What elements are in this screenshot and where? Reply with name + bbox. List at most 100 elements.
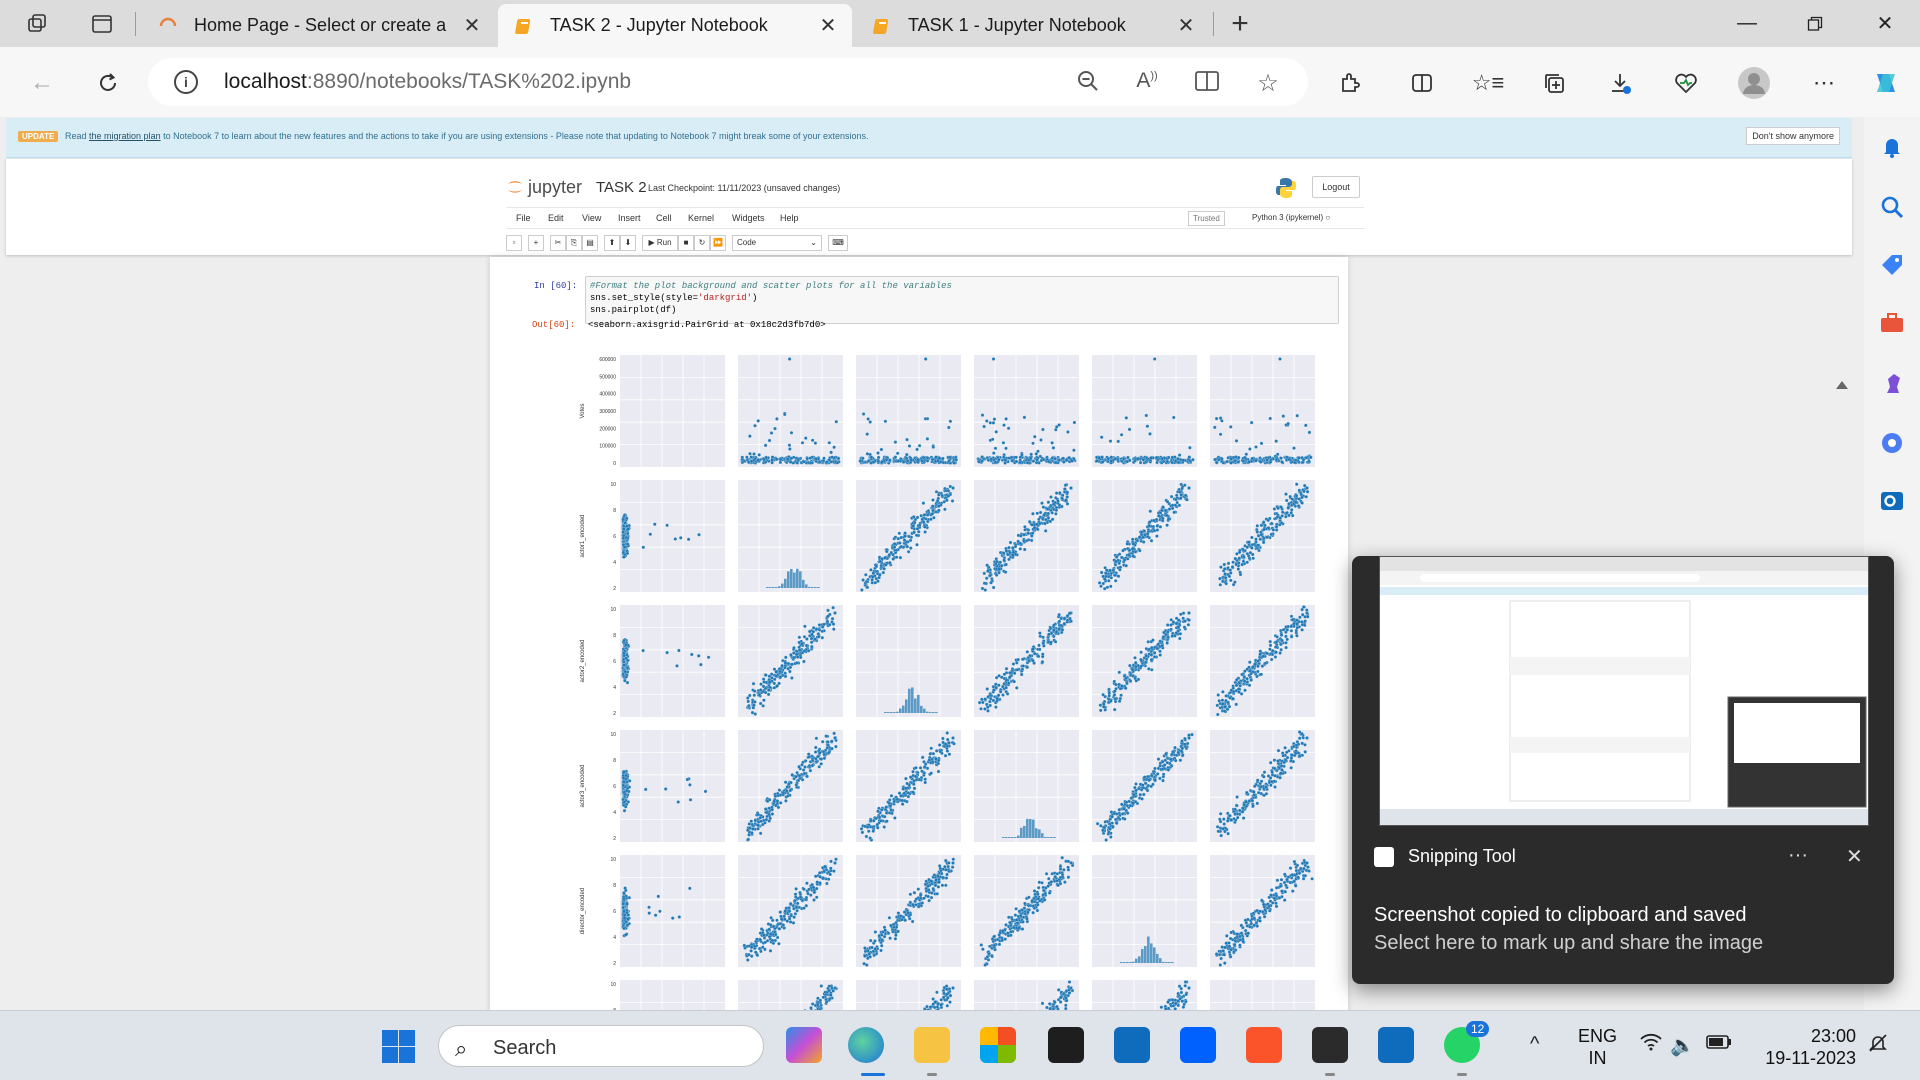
interrupt-button[interactable]: ■ bbox=[678, 235, 694, 251]
insert-cell-button[interactable]: + bbox=[528, 235, 544, 251]
migration-plan-link[interactable]: the migration plan bbox=[89, 131, 161, 141]
menu-help[interactable]: Help bbox=[780, 213, 799, 223]
scatter-point bbox=[770, 455, 775, 459]
scatter-point bbox=[1278, 516, 1282, 520]
scatter-point bbox=[893, 455, 898, 459]
profile-avatar[interactable] bbox=[1736, 65, 1772, 101]
minimize-button[interactable]: — bbox=[1718, 0, 1776, 47]
scatter-point bbox=[1221, 827, 1225, 831]
move-down-button[interactable]: ⬇ bbox=[620, 235, 636, 251]
extensions-icon[interactable] bbox=[1332, 65, 1368, 101]
notebook-title[interactable]: TASK 2 bbox=[596, 179, 647, 196]
scatter-point bbox=[875, 822, 879, 827]
read-aloud-icon[interactable]: A)) bbox=[1133, 69, 1161, 97]
scatter-point bbox=[866, 459, 871, 463]
scatter-point bbox=[906, 791, 911, 795]
tab-home-page[interactable]: Home Page - Select or create a n ✕ bbox=[142, 4, 496, 47]
scatter-point bbox=[1158, 653, 1162, 657]
browser-essentials-icon[interactable] bbox=[1668, 65, 1704, 101]
collections-icon[interactable] bbox=[1536, 65, 1572, 101]
back-icon[interactable]: ← bbox=[24, 65, 60, 101]
favorites-icon[interactable]: ☆≡ bbox=[1470, 65, 1506, 101]
copilot-icon[interactable] bbox=[1868, 65, 1904, 101]
command-palette-button[interactable]: ⌨ bbox=[828, 235, 848, 251]
scatter-point bbox=[864, 834, 869, 839]
scatter-point bbox=[934, 490, 939, 494]
tick-label: 6 bbox=[613, 659, 616, 665]
scatter-point bbox=[1025, 665, 1029, 669]
copy-button[interactable]: ⎘ bbox=[566, 235, 582, 251]
new-tab-button[interactable]: + bbox=[1224, 7, 1256, 40]
scatter-point bbox=[1166, 623, 1170, 627]
scatter-point bbox=[1150, 668, 1154, 672]
scatter-point bbox=[876, 455, 881, 460]
axis-label: actor1_encoded bbox=[580, 514, 586, 557]
tab-task2[interactable]: TASK 2 - Jupyter Notebook ✕ bbox=[498, 4, 852, 47]
menu-cell[interactable]: Cell bbox=[656, 213, 672, 223]
menu-kernel[interactable]: Kernel bbox=[688, 213, 714, 223]
menu-view[interactable]: View bbox=[582, 213, 601, 223]
scatter-point bbox=[625, 923, 630, 927]
scatter-point bbox=[796, 778, 801, 783]
scatter-point bbox=[889, 794, 894, 798]
address-bar[interactable]: i localhost:8890/notebooks/TASK%202.ipyn… bbox=[148, 58, 1308, 106]
scatter-point bbox=[1222, 817, 1226, 821]
scatter-point bbox=[784, 799, 788, 803]
scatter-point bbox=[1298, 615, 1302, 619]
histogram-bar bbox=[1023, 825, 1026, 838]
favorite-star-icon[interactable]: ☆ bbox=[1254, 69, 1282, 97]
cut-button[interactable]: ✂ bbox=[550, 235, 566, 251]
scatter-point bbox=[994, 686, 998, 690]
histogram-bar bbox=[905, 699, 908, 713]
scatter-point bbox=[988, 699, 992, 704]
workspaces-icon[interactable] bbox=[22, 8, 54, 40]
refresh-icon[interactable] bbox=[90, 65, 126, 101]
close-icon[interactable]: ✕ bbox=[816, 13, 840, 38]
close-window-button[interactable]: ✕ bbox=[1856, 0, 1914, 47]
scatter-point bbox=[1213, 457, 1217, 462]
restart-run-all-button[interactable]: ⏩ bbox=[710, 235, 726, 251]
scatter-point bbox=[1293, 460, 1297, 465]
scatter-point bbox=[1066, 430, 1070, 434]
close-icon[interactable]: ✕ bbox=[460, 13, 484, 38]
scatter-point bbox=[1219, 565, 1223, 569]
logout-button[interactable]: Logout bbox=[1312, 176, 1360, 198]
menu-file[interactable]: File bbox=[516, 213, 531, 223]
scatter-point bbox=[1161, 516, 1165, 521]
zoom-icon[interactable] bbox=[1074, 69, 1102, 97]
restart-button[interactable]: ↻ bbox=[694, 235, 710, 251]
scatter-point bbox=[1127, 548, 1132, 552]
scatter-point bbox=[806, 752, 811, 756]
move-up-button[interactable]: ⬆ bbox=[604, 235, 620, 251]
scatter-point bbox=[1109, 459, 1113, 463]
menu-edit[interactable]: Edit bbox=[548, 213, 564, 223]
tab-actions-icon[interactable] bbox=[86, 8, 118, 40]
url-text[interactable]: localhost:8890/notebooks/TASK%202.ipynb bbox=[224, 70, 631, 94]
settings-more-icon[interactable]: ⋯ bbox=[1806, 65, 1842, 101]
scatter-point bbox=[1305, 486, 1309, 490]
scatter-point bbox=[802, 771, 807, 776]
cell-type-select[interactable]: Code ⌄ bbox=[732, 235, 822, 251]
tab-task1[interactable]: TASK 1 - Jupyter Notebook ✕ bbox=[856, 4, 1210, 47]
scatter-point bbox=[916, 457, 920, 462]
downloads-icon[interactable] bbox=[1602, 65, 1638, 101]
scatter-point bbox=[1224, 581, 1228, 586]
menu-insert[interactable]: Insert bbox=[618, 213, 641, 223]
scatter-point bbox=[905, 799, 909, 804]
immersive-reader-icon[interactable] bbox=[1193, 69, 1221, 97]
site-info-icon[interactable]: i bbox=[174, 70, 198, 94]
split-screen-icon[interactable] bbox=[1404, 65, 1440, 101]
save-button[interactable]: ▫ bbox=[506, 235, 522, 251]
jupyter-logo[interactable]: jupyter bbox=[506, 176, 582, 198]
restore-button[interactable] bbox=[1786, 0, 1844, 47]
trusted-indicator[interactable]: Trusted bbox=[1188, 211, 1225, 226]
code-cell[interactable]: #Format the plot background and scatter … bbox=[585, 276, 1339, 324]
dont-show-anymore-button[interactable]: Don't show anymore bbox=[1746, 127, 1840, 145]
run-button[interactable]: ▶ Run bbox=[642, 235, 678, 251]
paste-button[interactable]: ▤ bbox=[582, 235, 598, 251]
scatter-point bbox=[1248, 660, 1252, 664]
menu-widgets[interactable]: Widgets bbox=[732, 213, 765, 223]
scatter-point bbox=[1101, 460, 1105, 464]
scatter-point bbox=[1273, 655, 1278, 659]
close-icon[interactable]: ✕ bbox=[1174, 13, 1198, 38]
